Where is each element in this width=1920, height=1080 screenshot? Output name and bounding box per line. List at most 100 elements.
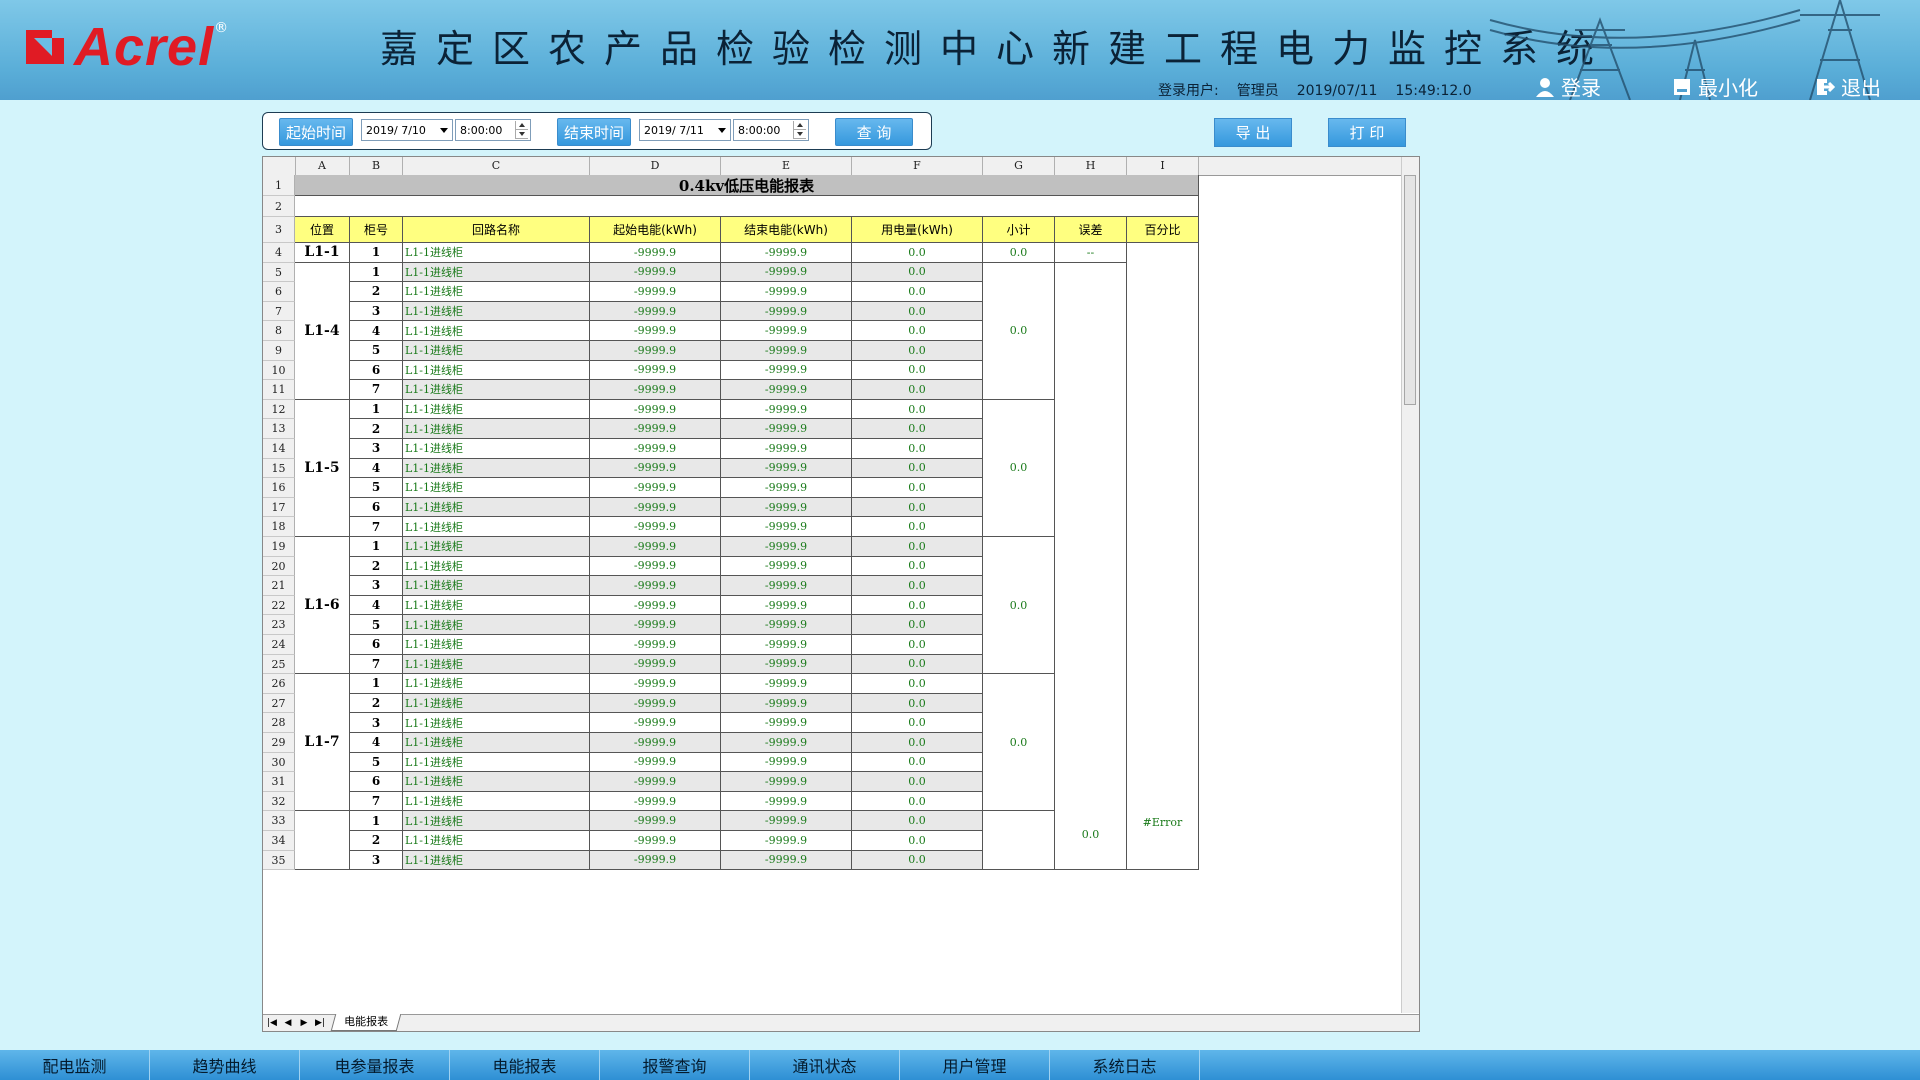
cabinet-no-cell[interactable]: 5 <box>350 341 403 361</box>
empty-row-cell[interactable] <box>295 196 1199 217</box>
row-header[interactable]: 21 <box>263 576 295 596</box>
row-header[interactable]: 25 <box>263 654 295 675</box>
start-energy-cell[interactable]: -9999.9 <box>590 360 721 381</box>
start-time-stepper[interactable]: 8:00:00 <box>455 119 531 141</box>
cabinet-no-cell[interactable]: 4 <box>350 321 403 341</box>
start-energy-cell[interactable]: -9999.9 <box>590 282 721 302</box>
start-energy-cell[interactable]: -9999.9 <box>590 772 721 792</box>
end-energy-cell[interactable]: -9999.9 <box>721 772 852 792</box>
circuit-name-cell[interactable]: L1-1进线柜 <box>403 556 590 577</box>
end-energy-cell[interactable]: -9999.9 <box>721 478 852 498</box>
cabinet-no-cell[interactable]: 6 <box>350 772 403 792</box>
end-energy-cell[interactable]: -9999.9 <box>721 576 852 596</box>
cabinet-no-cell[interactable]: 6 <box>350 497 403 518</box>
cabinet-no-cell[interactable]: 1 <box>350 262 403 283</box>
cabinet-no-cell[interactable]: 5 <box>350 752 403 773</box>
circuit-name-cell[interactable]: L1-1进线柜 <box>403 674 590 694</box>
circuit-name-cell[interactable]: L1-1进线柜 <box>403 537 590 557</box>
circuit-name-cell[interactable]: L1-1进线柜 <box>403 458 590 479</box>
row-header[interactable]: 26 <box>263 674 295 694</box>
start-time-button[interactable]: 起始时间 <box>279 118 353 146</box>
consumption-cell[interactable]: 0.0 <box>852 576 983 596</box>
column-title-cell[interactable]: 起始电能(kWh) <box>590 217 721 243</box>
column-title-cell[interactable]: 回路名称 <box>403 217 590 243</box>
end-energy-cell[interactable]: -9999.9 <box>721 399 852 420</box>
consumption-cell[interactable]: 0.0 <box>852 399 983 420</box>
circuit-name-cell[interactable]: L1-1进线柜 <box>403 693 590 714</box>
login-button[interactable]: 登录 <box>1535 72 1601 100</box>
row-header[interactable]: 22 <box>263 595 295 616</box>
select-all-corner[interactable] <box>263 157 296 175</box>
start-energy-cell[interactable]: -9999.9 <box>590 733 721 753</box>
consumption-cell[interactable]: 0.0 <box>852 811 983 831</box>
first-sheet-icon[interactable]: |◀ <box>265 1017 279 1029</box>
row-header[interactable]: 8 <box>263 321 295 341</box>
consumption-cell[interactable]: 0.0 <box>852 615 983 635</box>
end-time-button[interactable]: 结束时间 <box>557 118 631 146</box>
cabinet-no-cell[interactable]: 3 <box>350 713 403 733</box>
consumption-cell[interactable]: 0.0 <box>852 537 983 557</box>
row-header[interactable]: 14 <box>263 439 295 459</box>
end-energy-cell[interactable]: -9999.9 <box>721 380 852 400</box>
column-header-g[interactable]: G <box>983 157 1055 175</box>
start-energy-cell[interactable]: -9999.9 <box>590 517 721 537</box>
cabinet-no-cell[interactable]: 1 <box>350 811 403 831</box>
row-header[interactable]: 32 <box>263 791 295 812</box>
circuit-name-cell[interactable]: L1-1进线柜 <box>403 399 590 420</box>
column-header-i[interactable]: I <box>1127 157 1199 175</box>
end-energy-cell[interactable]: -9999.9 <box>721 458 852 479</box>
row-header[interactable]: 7 <box>263 301 295 322</box>
last-sheet-icon[interactable]: ▶| <box>313 1017 327 1029</box>
row-header[interactable]: 24 <box>263 635 295 655</box>
consumption-cell[interactable]: 0.0 <box>852 831 983 851</box>
end-energy-cell[interactable]: -9999.9 <box>721 419 852 439</box>
end-energy-cell[interactable]: -9999.9 <box>721 360 852 381</box>
circuit-name-cell[interactable]: L1-1进线柜 <box>403 811 590 831</box>
circuit-name-cell[interactable]: L1-1进线柜 <box>403 772 590 792</box>
row-header[interactable]: 18 <box>263 517 295 537</box>
cabinet-no-cell[interactable]: 5 <box>350 478 403 498</box>
end-energy-cell[interactable]: -9999.9 <box>721 791 852 812</box>
nav-item[interactable]: 趋势曲线 <box>150 1050 300 1080</box>
start-energy-cell[interactable]: -9999.9 <box>590 321 721 341</box>
consumption-cell[interactable]: 0.0 <box>852 301 983 322</box>
end-energy-cell[interactable]: -9999.9 <box>721 301 852 322</box>
row-header[interactable]: 23 <box>263 615 295 635</box>
circuit-name-cell[interactable]: L1-1进线柜 <box>403 752 590 773</box>
consumption-cell[interactable]: 0.0 <box>852 439 983 459</box>
row-header[interactable]: 4 <box>263 243 295 263</box>
end-energy-cell[interactable]: -9999.9 <box>721 595 852 616</box>
cabinet-no-cell[interactable]: 3 <box>350 850 403 871</box>
circuit-name-cell[interactable]: L1-1进线柜 <box>403 439 590 459</box>
column-title-cell[interactable]: 用电量(kWh) <box>852 217 983 243</box>
circuit-name-cell[interactable]: L1-1进线柜 <box>403 478 590 498</box>
end-time-stepper[interactable]: 8:00:00 <box>733 119 809 141</box>
end-energy-cell[interactable]: -9999.9 <box>721 635 852 655</box>
row-header[interactable]: 10 <box>263 360 295 381</box>
end-energy-cell[interactable]: -9999.9 <box>721 439 852 459</box>
row-header[interactable]: 15 <box>263 458 295 479</box>
export-button[interactable]: 导 出 <box>1214 118 1292 147</box>
column-title-cell[interactable]: 位置 <box>295 217 350 243</box>
column-header-e[interactable]: E <box>721 157 852 175</box>
scrollbar-thumb[interactable] <box>1404 175 1416 405</box>
column-header-c[interactable]: C <box>403 157 590 175</box>
start-energy-cell[interactable]: -9999.9 <box>590 439 721 459</box>
consumption-cell[interactable]: 0.0 <box>852 478 983 498</box>
consumption-cell[interactable]: 0.0 <box>852 693 983 714</box>
row-header[interactable]: 12 <box>263 399 295 420</box>
row-header[interactable]: 30 <box>263 752 295 773</box>
spin-arrows-icon[interactable] <box>793 121 806 139</box>
print-button[interactable]: 打 印 <box>1328 118 1406 147</box>
nav-item[interactable]: 用户管理 <box>900 1050 1050 1080</box>
circuit-name-cell[interactable]: L1-1进线柜 <box>403 301 590 322</box>
row-header[interactable]: 20 <box>263 556 295 577</box>
start-energy-cell[interactable]: -9999.9 <box>590 399 721 420</box>
start-energy-cell[interactable]: -9999.9 <box>590 419 721 439</box>
exit-button[interactable]: 退出 <box>1815 72 1881 100</box>
start-energy-cell[interactable]: -9999.9 <box>590 831 721 851</box>
end-energy-cell[interactable]: -9999.9 <box>721 693 852 714</box>
consumption-cell[interactable]: 0.0 <box>852 380 983 400</box>
consumption-cell[interactable]: 0.0 <box>852 360 983 381</box>
start-energy-cell[interactable]: -9999.9 <box>590 654 721 675</box>
